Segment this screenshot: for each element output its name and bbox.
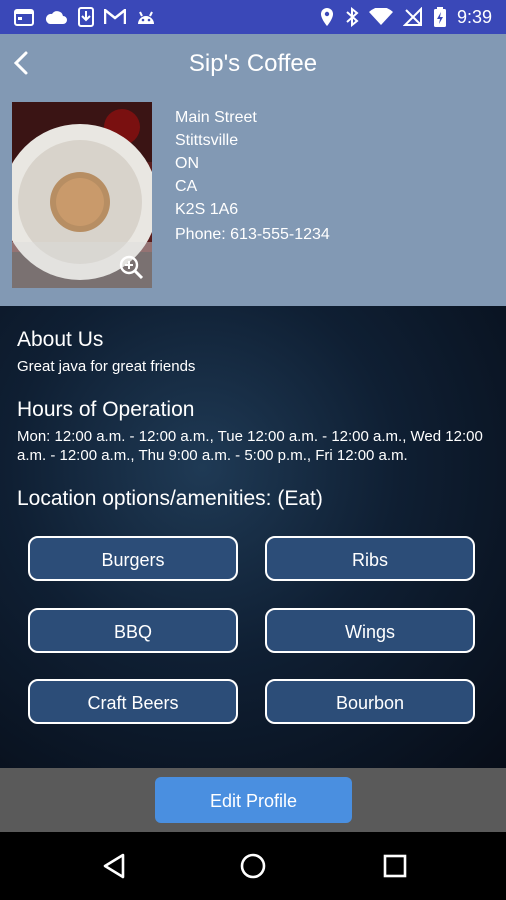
- amenity-button[interactable]: Bourbon: [265, 679, 475, 724]
- cloud-icon: [45, 11, 67, 24]
- footer-bar: Edit Profile: [0, 768, 506, 832]
- business-address: Main Street Stittsville ON CA K2S 1A6: [175, 106, 257, 221]
- business-details: About Us Great java for great friends Ho…: [0, 306, 506, 768]
- address-street: Main Street: [175, 109, 257, 126]
- status-bar: 9:39: [0, 0, 506, 34]
- gmail-icon: [104, 9, 126, 24]
- system-nav-bar: [0, 832, 506, 900]
- amenity-button[interactable]: Ribs: [265, 536, 475, 581]
- calendar-icon: [14, 9, 34, 26]
- business-phone[interactable]: Phone: 613-555-1234: [175, 226, 330, 244]
- amenities-heading: Location options/amenities: (Eat): [17, 487, 323, 510]
- business-header: Sip's Coffee Main Street Stittsville ON …: [0, 34, 506, 306]
- amenity-button[interactable]: Burgers: [28, 536, 238, 581]
- amenity-button[interactable]: BBQ: [28, 608, 238, 653]
- download-icon: [78, 7, 94, 27]
- address-country: CA: [175, 178, 198, 195]
- address-city: Stittsville: [175, 132, 239, 149]
- status-icons-right: 9:39: [319, 6, 492, 28]
- business-photo[interactable]: [12, 102, 152, 288]
- wifi-icon: [368, 8, 393, 25]
- edit-profile-button[interactable]: Edit Profile: [155, 777, 352, 823]
- zoom-in-icon[interactable]: [118, 254, 144, 280]
- status-time: 9:39: [456, 6, 492, 27]
- location-icon: [320, 8, 333, 26]
- home-circle-icon[interactable]: [238, 851, 268, 881]
- address-postal-code: K2S 1A6: [175, 201, 239, 218]
- page-title: Sip's Coffee: [188, 50, 318, 77]
- bluetooth-icon: [346, 7, 359, 27]
- address-province: ON: [175, 155, 199, 172]
- recents-square-icon[interactable]: [380, 851, 410, 881]
- hours-text: Mon: 12:00 a.m. - 12:00 a.m., Tue 12:00 …: [17, 428, 483, 464]
- battery-charging-icon: [433, 7, 446, 27]
- amenity-button[interactable]: Wings: [265, 608, 475, 653]
- amenity-button[interactable]: Craft Beers: [28, 679, 238, 724]
- status-icons-left: [14, 7, 156, 27]
- about-heading: About Us: [17, 328, 104, 351]
- no-signal-icon: [402, 7, 422, 26]
- back-triangle-icon[interactable]: [99, 851, 129, 881]
- about-text: Great java for great friends: [17, 358, 196, 375]
- android-icon: [138, 11, 154, 24]
- hours-heading: Hours of Operation: [17, 398, 195, 421]
